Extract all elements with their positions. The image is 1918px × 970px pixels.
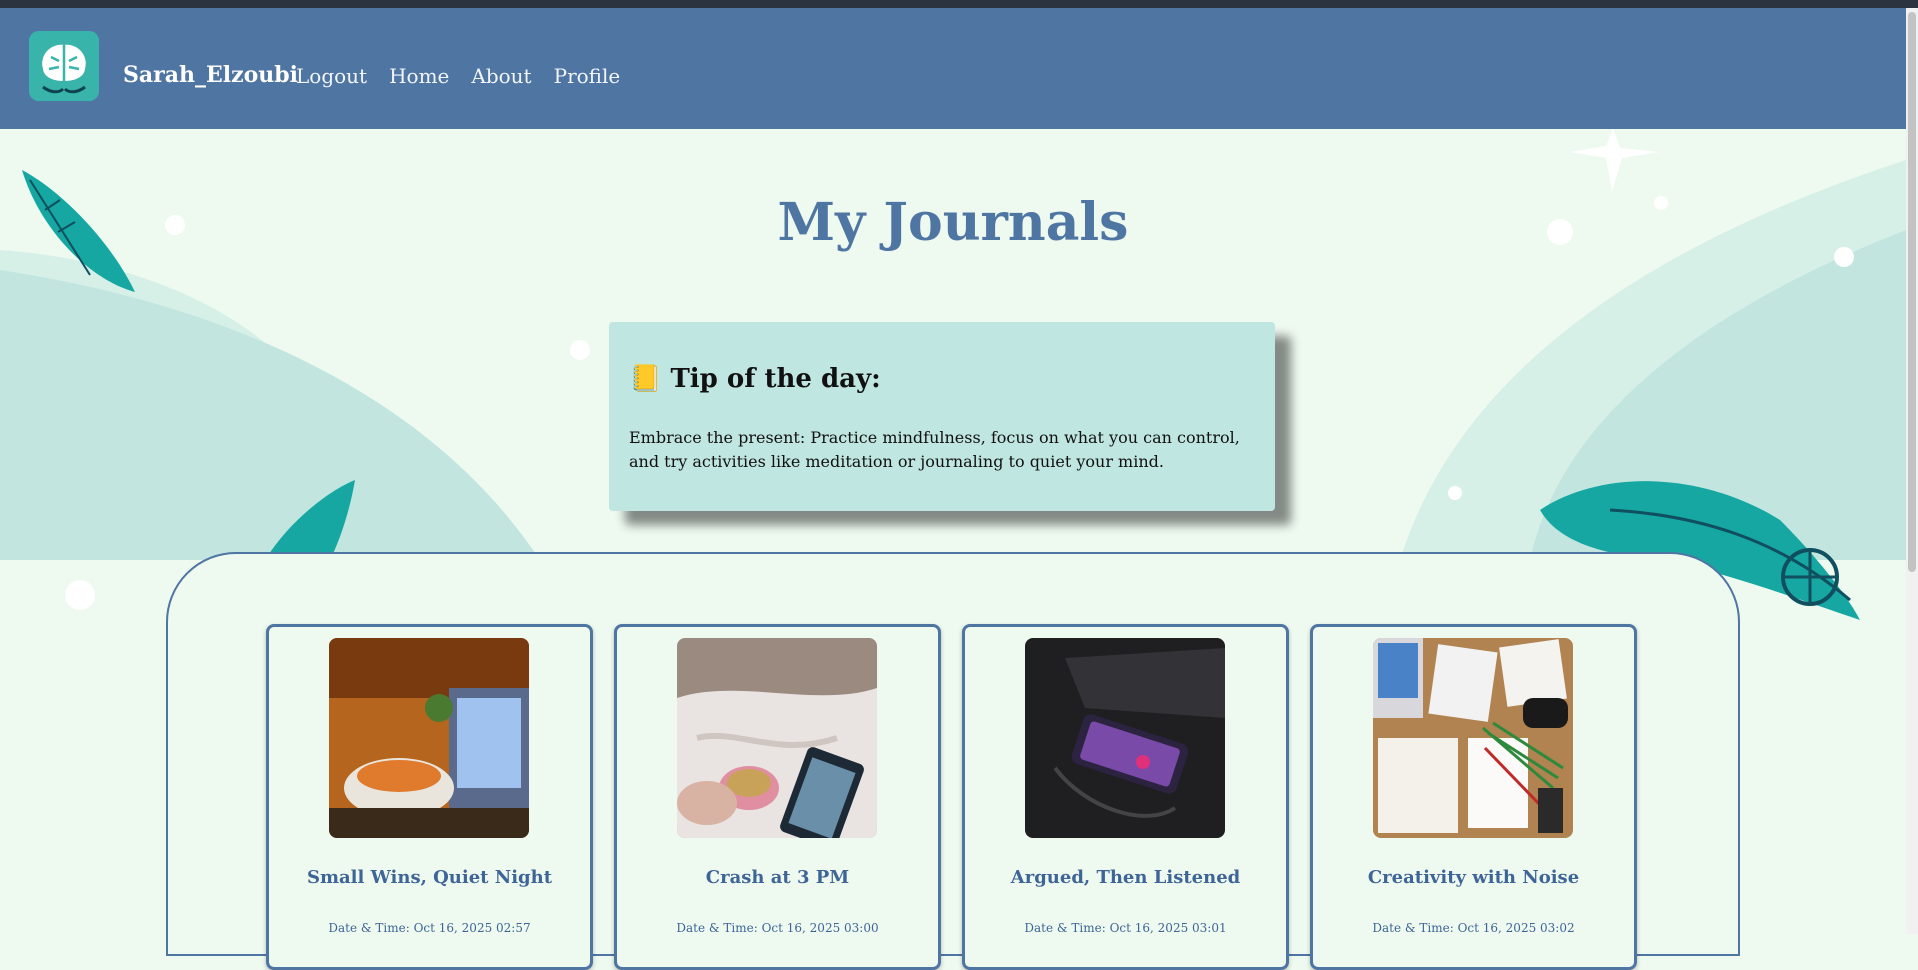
journal-datetime: Date & Time: Oct 16, 2025 03:00 [676, 921, 879, 935]
nav-logout-link[interactable]: Logout [296, 64, 367, 88]
journal-thumbnail[interactable] [1025, 638, 1225, 838]
tip-of-the-day-card: 📒 Tip of the day: Embrace the present: P… [609, 322, 1275, 511]
page-title: My Journals [777, 192, 1129, 253]
brain-icon[interactable] [29, 31, 99, 101]
tip-heading: 📒 Tip of the day: [629, 364, 881, 394]
journal-thumbnail[interactable] [329, 638, 529, 838]
journal-card[interactable]: Creativity with Noise Date & Time: Oct 1… [1310, 624, 1637, 970]
nav-profile-link[interactable]: Profile [554, 64, 621, 88]
nav-about-link[interactable]: About [471, 64, 531, 88]
journal-datetime: Date & Time: Oct 16, 2025 03:01 [1024, 921, 1227, 935]
tip-text: Embrace the present: Practice mindfulnes… [629, 428, 1240, 471]
browser-top-strip [0, 0, 1918, 8]
journal-title[interactable]: Argued, Then Listened [965, 867, 1286, 888]
journal-thumbnail[interactable] [677, 638, 877, 838]
journal-title[interactable]: Small Wins, Quiet Night [269, 867, 590, 888]
journal-datetime: Date & Time: Oct 16, 2025 02:57 [328, 921, 531, 935]
scrollbar-thumb[interactable] [1908, 12, 1916, 572]
tip-heading-text: Tip of the day: [670, 364, 881, 394]
journal-datetime: Date & Time: Oct 16, 2025 03:02 [1372, 921, 1575, 935]
page-scrollbar[interactable] [1906, 8, 1918, 934]
brand-username[interactable]: Sarah_Elzoubi [123, 62, 298, 88]
journal-title[interactable]: Creativity with Noise [1313, 867, 1634, 888]
journal-title[interactable]: Crash at 3 PM [617, 867, 938, 888]
journal-card[interactable]: Crash at 3 PM Date & Time: Oct 16, 2025 … [614, 624, 941, 970]
top-navbar: Sarah_Elzoubi Logout Home About Profile [0, 8, 1906, 129]
nav-links: Logout Home About Profile [296, 64, 620, 88]
journal-thumbnail[interactable] [1373, 638, 1573, 838]
nav-home-link[interactable]: Home [389, 64, 449, 88]
notebook-icon: 📒 [629, 364, 662, 394]
journal-card[interactable]: Argued, Then Listened Date & Time: Oct 1… [962, 624, 1289, 970]
journal-card[interactable]: Small Wins, Quiet Night Date & Time: Oct… [266, 624, 593, 970]
